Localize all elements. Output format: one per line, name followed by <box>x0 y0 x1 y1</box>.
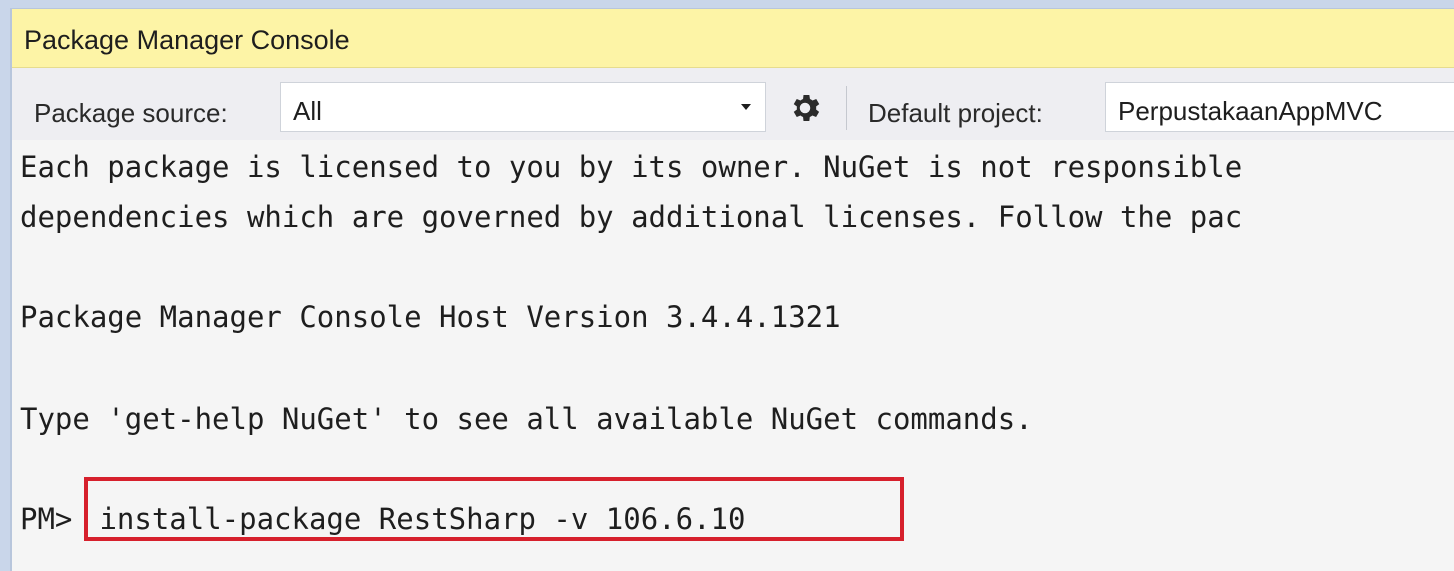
package-source-dropdown[interactable]: All <box>280 82 766 132</box>
toolbar-separator <box>846 86 847 130</box>
default-project-value: PerpustakaanAppMVC <box>1118 96 1383 126</box>
default-project-label: Default project: <box>868 98 1043 128</box>
toolbar: Package source: All Default project: Per… <box>12 68 1454 140</box>
package-manager-console-window: Package Manager Console Package source: … <box>10 8 1454 571</box>
window-title: Package Manager Console <box>24 25 350 55</box>
default-project-dropdown[interactable]: PerpustakaanAppMVC <box>1105 82 1454 132</box>
console-line: Each package is licensed to you by its o… <box>20 150 1243 184</box>
gear-icon[interactable] <box>787 90 823 126</box>
console-line: dependencies which are governed by addit… <box>20 200 1243 234</box>
chevron-down-icon <box>741 104 751 110</box>
command-highlight-box <box>84 477 904 541</box>
package-source-label: Package source: <box>34 98 228 128</box>
console-line: Package Manager Console Host Version 3.4… <box>20 300 841 334</box>
package-source-value: All <box>293 96 322 126</box>
console-output[interactable]: Each package is licensed to you by its o… <box>12 140 1454 571</box>
console-line: Type 'get-help NuGet' to see all availab… <box>20 402 1033 436</box>
console-prompt: PM> <box>20 502 73 536</box>
title-bar: Package Manager Console <box>12 9 1454 68</box>
